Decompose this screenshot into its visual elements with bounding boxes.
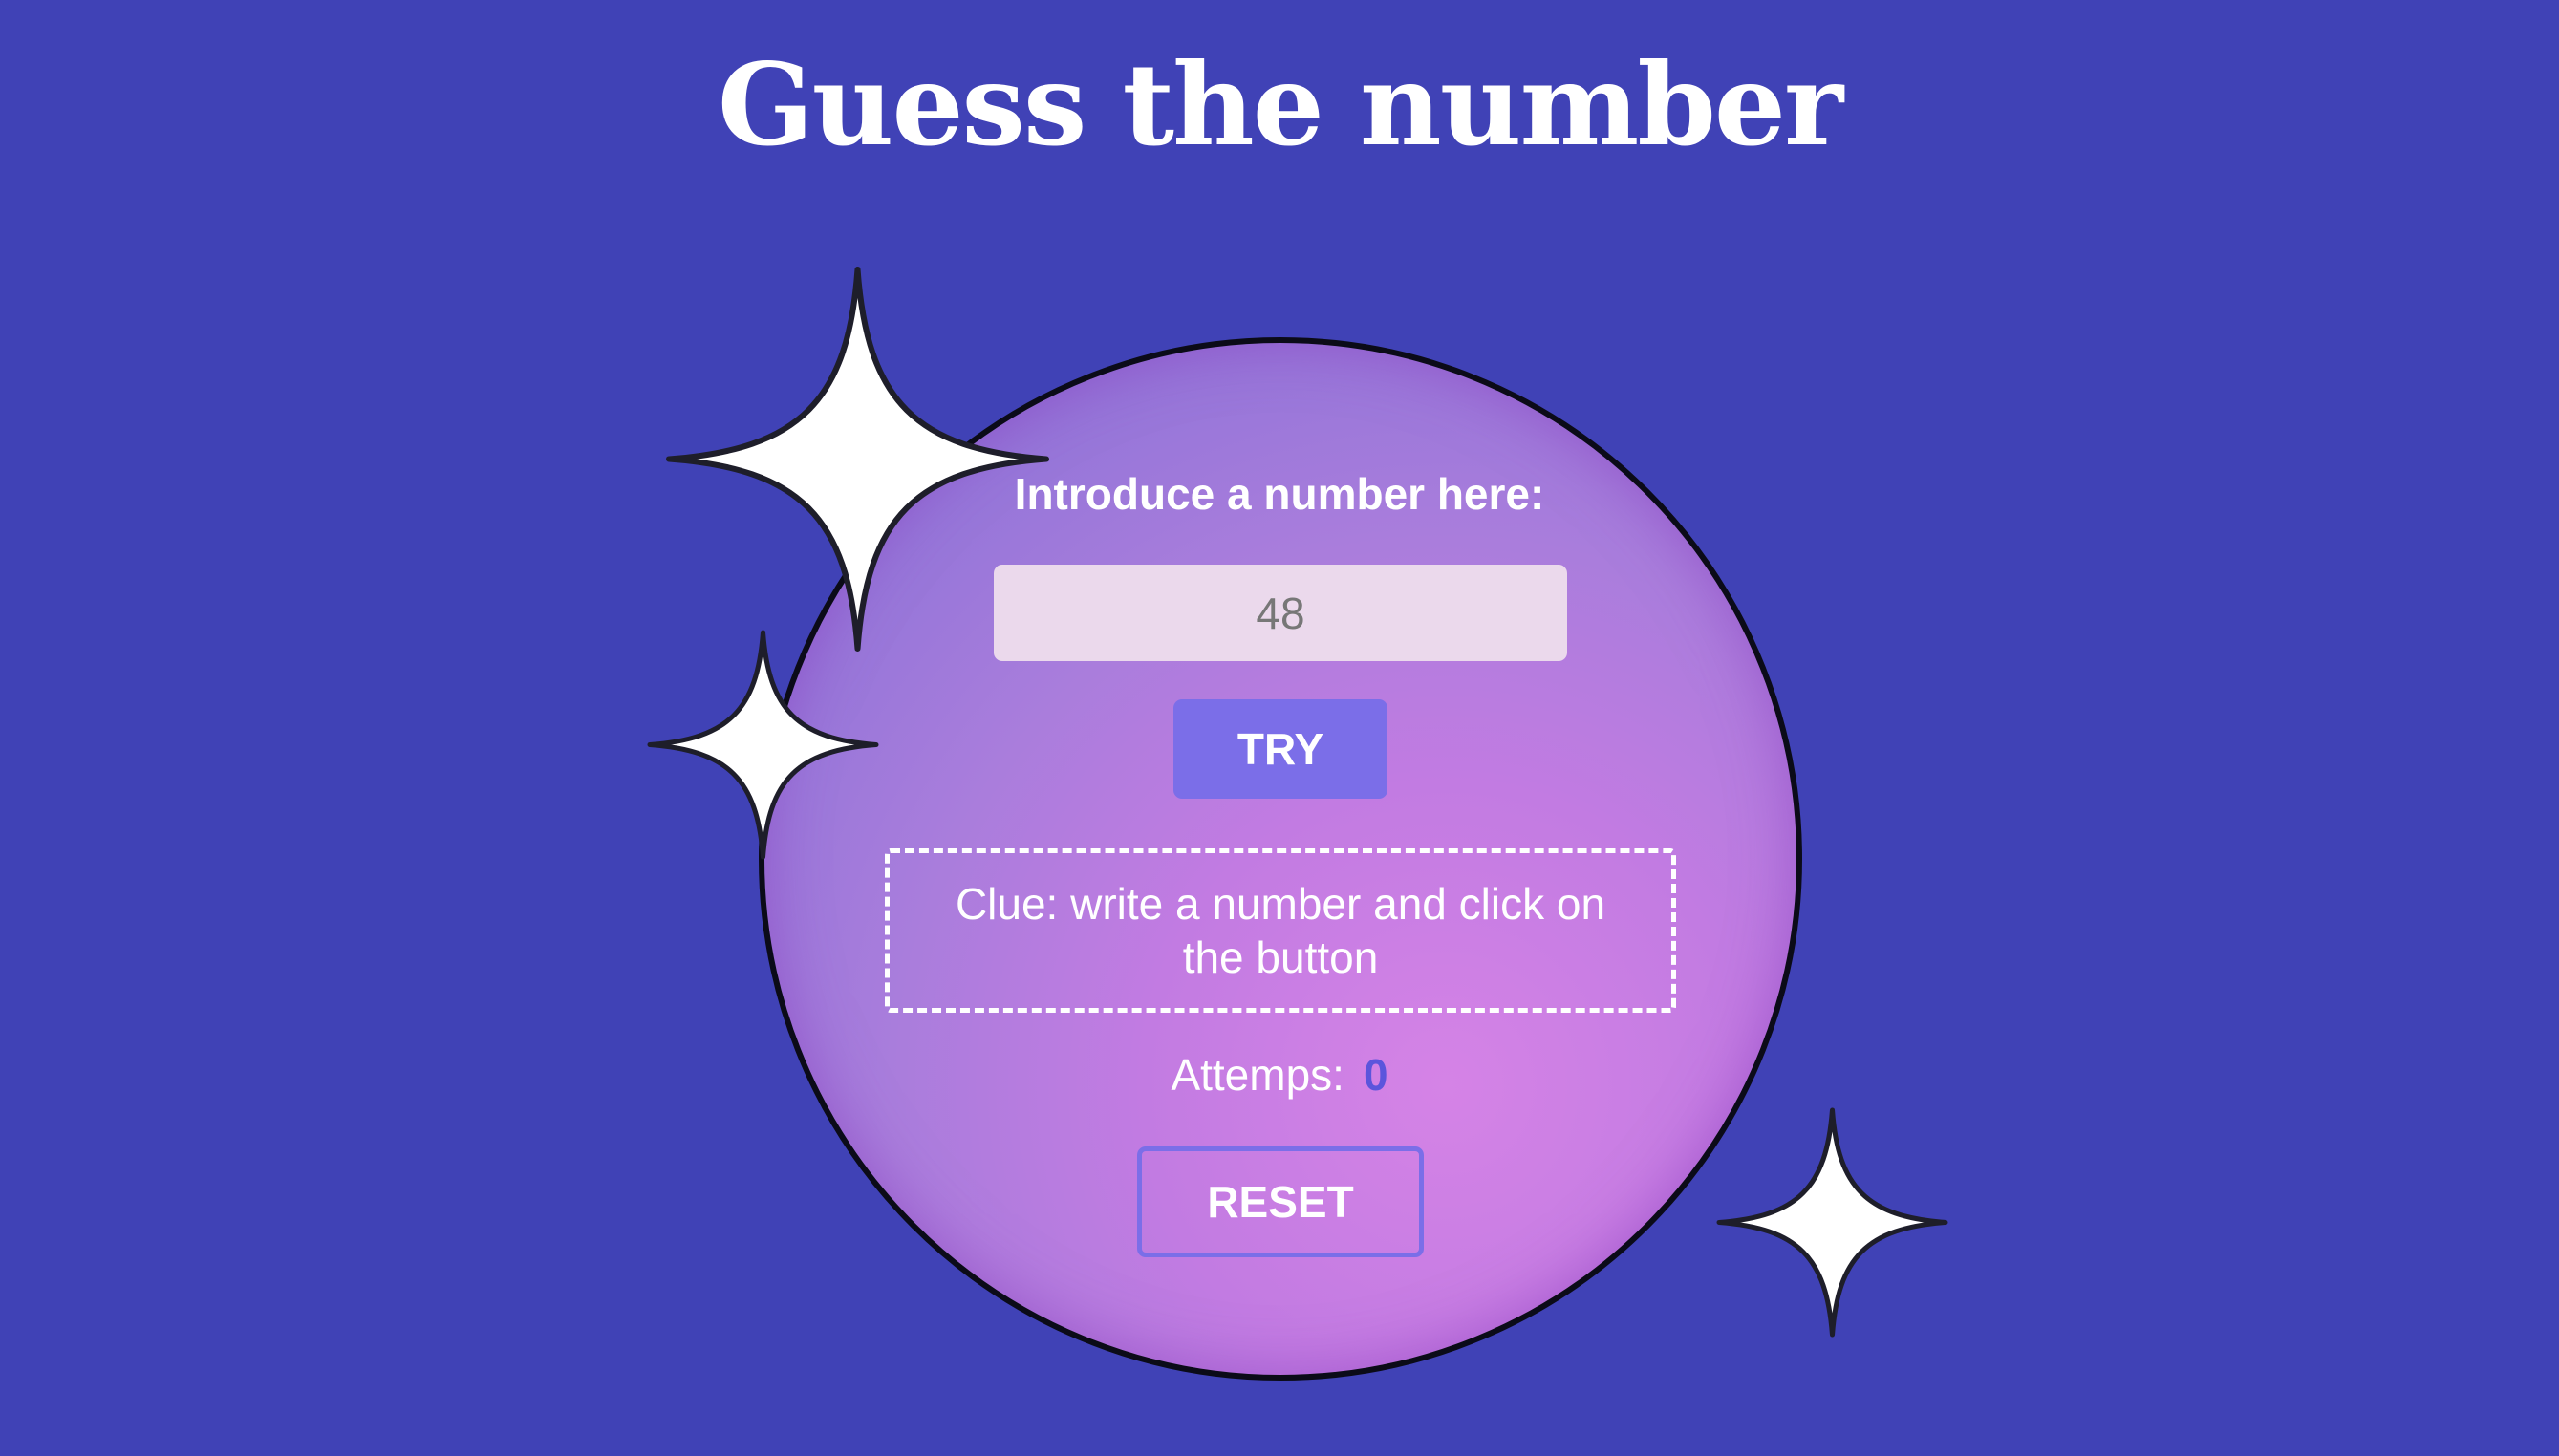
number-input[interactable] (994, 565, 1567, 661)
sparkle-icon (666, 267, 1049, 652)
page-title: Guess the number (717, 38, 1843, 171)
attempts-count: 0 (1363, 1050, 1388, 1100)
attempts-label: Attemps: (1171, 1050, 1344, 1100)
input-label: Introduce a number here: (1014, 469, 1545, 519)
clue-box: Clue: write a number and click on the bu… (885, 848, 1676, 1013)
reset-button[interactable]: RESET (1137, 1146, 1424, 1257)
attempts-row: Attemps: 0 (0, 1049, 2559, 1101)
try-button[interactable]: TRY (1173, 699, 1387, 799)
page: Guess the number Introduce a number here… (0, 0, 2559, 1456)
sparkle-icon (647, 630, 879, 860)
clue-text: Clue: write a number and click on the bu… (955, 879, 1606, 982)
sparkle-icon (1716, 1107, 1948, 1338)
